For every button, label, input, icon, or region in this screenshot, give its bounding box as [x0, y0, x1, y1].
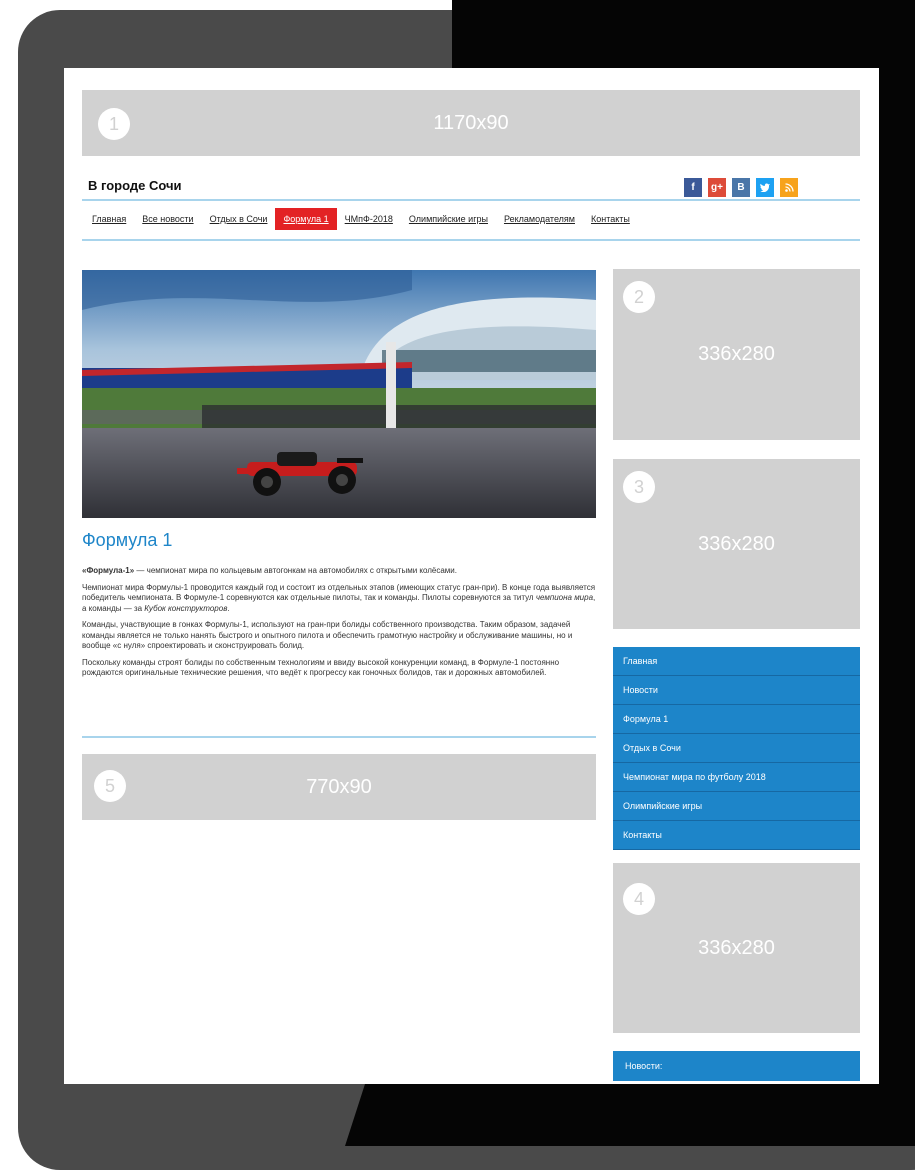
article-text: Чемпионат мира Формулы-1 проводится кажд…	[82, 582, 596, 603]
sidebar-item-olympics[interactable]: Олимпийские игры	[613, 792, 860, 821]
article-divider	[82, 736, 596, 738]
ad-sidebar-3[interactable]: 4 336x280	[613, 863, 860, 1033]
ad-number-badge: 5	[94, 770, 126, 802]
ad-number-badge: 1	[98, 108, 130, 140]
nav-item-sochi-rest[interactable]: Отдых в Сочи	[202, 208, 276, 230]
ad-size-label: 770x90	[306, 775, 372, 798]
ad-sidebar-2[interactable]: 3 336x280	[613, 459, 860, 629]
article-text: — чемпионат мира по кольцевым автогонкам…	[134, 566, 457, 575]
sidebar-menu: Главная Новости Формула 1 Отдых в Сочи Ч…	[613, 647, 860, 850]
sidebar-item-formula1[interactable]: Формула 1	[613, 705, 860, 734]
twitter-icon[interactable]	[756, 178, 774, 197]
article-title: Формула 1	[82, 530, 173, 550]
ad-size-label: 336x280	[698, 532, 775, 555]
article-emphasis: чемпиона мира	[535, 593, 594, 602]
tablet-screen: 1 1170x90 В городе Сочи f g+ B Главная В…	[64, 68, 879, 1084]
ad-banner-bottom[interactable]: 5 770x90	[82, 754, 596, 820]
ad-number-badge: 4	[623, 883, 655, 915]
article-paragraph: Чемпионат мира Формулы-1 проводится кажд…	[82, 583, 596, 615]
article-paragraph: «Формула-1» — чемпионат мира по кольцевы…	[82, 566, 596, 577]
nav-item-advertisers[interactable]: Рекламодателям	[496, 208, 583, 230]
nav-item-all-news[interactable]: Все новости	[134, 208, 201, 230]
nav-item-contacts[interactable]: Контакты	[583, 208, 638, 230]
nav-divider	[82, 239, 860, 241]
site-title[interactable]: В городе Сочи	[88, 178, 182, 193]
article-body: «Формула-1» — чемпионат мира по кольцевы…	[82, 566, 596, 685]
nav-item-home[interactable]: Главная	[84, 208, 134, 230]
header-divider	[82, 199, 860, 201]
article-text: .	[227, 603, 230, 613]
hero-image	[82, 270, 596, 518]
facebook-icon[interactable]: f	[684, 178, 702, 197]
article-paragraph: Команды, участвующие в гонках Формулы-1,…	[82, 620, 573, 650]
ad-banner-top[interactable]: 1 1170x90	[82, 90, 860, 156]
article-term: «Формула-1»	[82, 566, 135, 575]
social-links: f g+ B	[684, 178, 798, 197]
sidebar-item-world-cup[interactable]: Чемпионат мира по футболу 2018	[613, 763, 860, 792]
ad-size-label: 1170x90	[433, 111, 509, 134]
ad-sidebar-1[interactable]: 2 336x280	[613, 269, 860, 440]
nav-item-olympics[interactable]: Олимпийские игры	[401, 208, 496, 230]
rss-icon[interactable]	[780, 178, 798, 197]
sidebar-item-contacts[interactable]: Контакты	[613, 821, 860, 850]
article-emphasis: Кубок конструкторов	[144, 603, 228, 613]
ad-size-label: 336x280	[698, 343, 775, 365]
sidebar-item-sochi-rest[interactable]: Отдых в Сочи	[613, 734, 860, 763]
ad-number-badge: 3	[623, 471, 655, 503]
nav-item-formula1[interactable]: Формула 1	[275, 208, 337, 230]
sidebar-item-news[interactable]: Новости	[613, 676, 860, 705]
main-nav: Главная Все новости Отдых в Сочи Формула…	[84, 208, 638, 230]
ad-size-label: 336x280	[698, 936, 775, 959]
nav-item-world-cup[interactable]: ЧМпФ-2018	[337, 208, 401, 230]
google-plus-icon[interactable]: g+	[708, 178, 726, 197]
sidebar-news-header[interactable]: Новости:	[613, 1051, 860, 1081]
article-paragraph: Поскольку команды строят болиды по собст…	[82, 657, 560, 678]
ad-number-badge: 2	[623, 281, 655, 313]
sidebar-item-home[interactable]: Главная	[613, 647, 860, 676]
vk-icon[interactable]: B	[732, 178, 750, 197]
